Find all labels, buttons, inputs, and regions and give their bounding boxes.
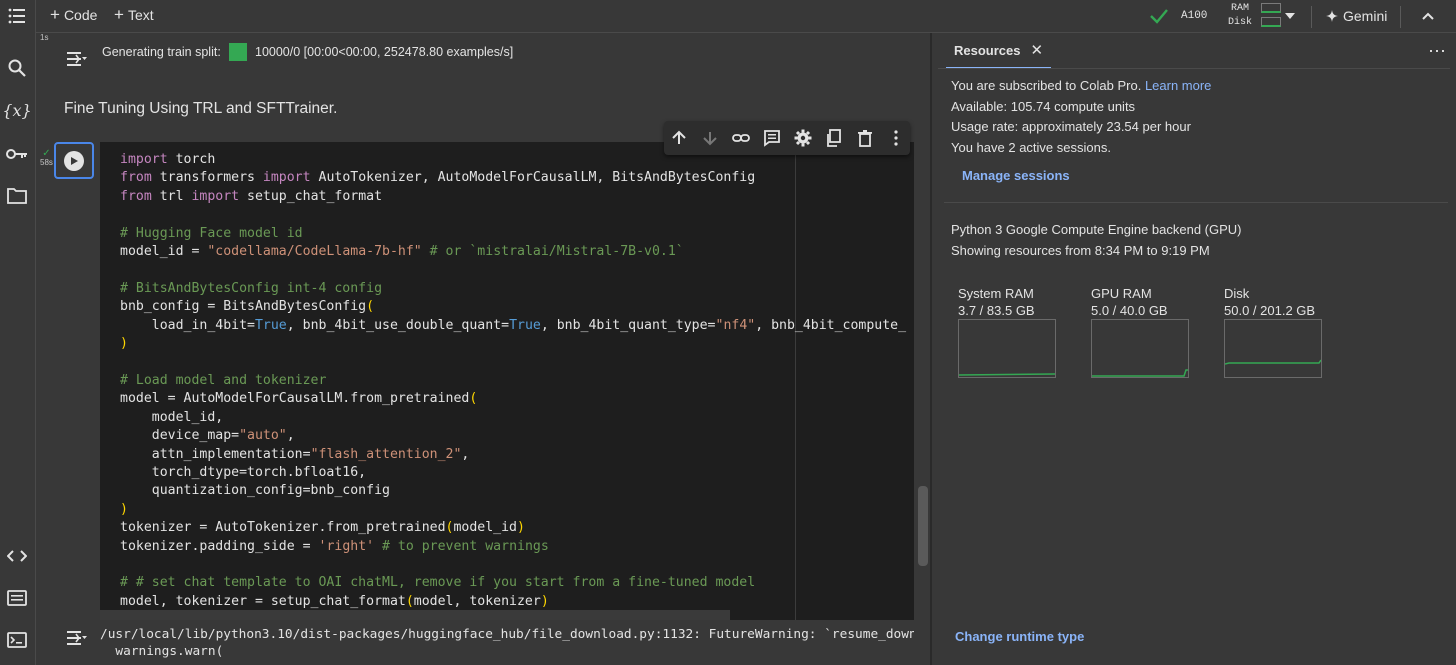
markdown-cell[interactable]: Fine Tuning Using TRL and SFTTrainer.	[64, 100, 337, 118]
progress-label: Generating train split:	[102, 45, 221, 59]
code-cell[interactable]: ✓ 58s import torch from transformers impo…	[40, 142, 914, 620]
cell-gutter	[56, 142, 100, 620]
metric-gpu-ram: GPU RAM 5.0 / 40.0 GB	[1091, 286, 1168, 318]
resources-panel: Resources ✕ ⋯ You are subscribed to Cola…	[932, 33, 1456, 665]
search-icon[interactable]	[6, 57, 28, 79]
ram-meter	[1261, 3, 1281, 13]
connected-check-icon	[1150, 9, 1168, 24]
gemini-button[interactable]: Gemini	[1326, 8, 1387, 24]
table-of-contents-icon[interactable]	[6, 5, 28, 27]
disk-chart[interactable]	[1224, 319, 1322, 378]
metric-disk: Disk 50.0 / 201.2 GB	[1224, 286, 1316, 318]
cell-status: ✓ 58s	[40, 148, 53, 168]
sparkle-icon	[1326, 10, 1338, 22]
comment-icon[interactable]	[763, 129, 781, 147]
move-up-icon[interactable]	[670, 129, 688, 147]
command-palette-icon[interactable]	[6, 587, 28, 609]
progress-stats: 10000/0 [00:00<00:00, 252478.80 examples…	[255, 45, 514, 59]
resource-meters[interactable]: RAM Disk	[1228, 2, 1252, 30]
left-rail: {x}	[0, 0, 36, 665]
more-vert-icon[interactable]	[887, 129, 905, 147]
code-editor[interactable]: import torch from transformers import Au…	[100, 142, 914, 620]
metric-system-ram: System RAM 3.7 / 83.5 GB	[958, 286, 1035, 318]
manage-sessions-link[interactable]: Manage sessions	[962, 168, 1070, 183]
cell-toolbar	[664, 121, 910, 155]
plus-icon: +	[114, 5, 124, 24]
chevron-down-icon[interactable]	[1282, 8, 1298, 24]
vertical-scrollbar[interactable]	[918, 486, 928, 566]
backend-info: Python 3 Google Compute Engine backend (…	[951, 222, 1242, 258]
notebook-area: 1s Generating train split: 10000/0 [00:0…	[36, 33, 930, 665]
move-down-icon[interactable]	[701, 129, 719, 147]
key-icon[interactable]	[6, 143, 28, 165]
divider	[944, 202, 1448, 203]
link-icon[interactable]	[732, 129, 750, 147]
add-code-button[interactable]: + Code	[50, 5, 97, 24]
add-text-button[interactable]: + Text	[114, 5, 154, 24]
top-toolbar: + Code + Text A100 RAM Disk Gemini	[36, 0, 1456, 33]
progress-bar	[229, 43, 247, 61]
tab-resources[interactable]: Resources ✕	[946, 33, 1052, 69]
run-cell-button[interactable]	[54, 142, 94, 179]
subscription-info: You are subscribed to Colab Pro. Learn m…	[951, 76, 1211, 159]
available-units: Available: 105.74 compute units	[951, 98, 1136, 114]
active-sessions: You have 2 active sessions.	[951, 140, 1111, 156]
play-icon	[64, 150, 84, 171]
delete-icon[interactable]	[856, 129, 874, 147]
learn-more-link[interactable]: Learn more	[1145, 78, 1211, 93]
usage-rate: Usage rate: approximately 23.54 per hour	[951, 119, 1191, 135]
close-icon[interactable]: ✕	[1030, 41, 1043, 59]
code-snippets-icon[interactable]	[6, 545, 28, 567]
folder-icon[interactable]	[6, 185, 28, 207]
change-runtime-type-link[interactable]: Change runtime type	[955, 629, 1084, 644]
plus-icon: +	[50, 5, 60, 24]
output-toggle-icon[interactable]	[64, 628, 88, 648]
gpu-ram-chart[interactable]	[1091, 319, 1189, 378]
code-text: import torch from transformers import Au…	[120, 152, 907, 609]
horizontal-scrollbar[interactable]	[100, 610, 730, 620]
gear-icon[interactable]	[794, 129, 812, 147]
system-ram-chart[interactable]	[958, 319, 1056, 378]
variables-icon[interactable]: {x}	[2, 99, 31, 121]
mirror-cell-icon[interactable]	[825, 129, 843, 147]
chevron-up-icon[interactable]	[1420, 8, 1436, 24]
cell-output: /usr/local/lib/python3.10/dist-packages/…	[56, 620, 914, 665]
output-toggle-icon[interactable]	[64, 49, 88, 69]
runtime-type-label[interactable]: A100	[1181, 10, 1207, 22]
prev-cell-exec-time: 1s	[40, 33, 49, 42]
output-text: /usr/local/lib/python3.10/dist-packages/…	[100, 627, 914, 659]
terminal-icon[interactable]	[6, 629, 28, 651]
divider	[938, 68, 1450, 69]
toolbar-divider	[1400, 6, 1401, 28]
more-horiz-icon[interactable]: ⋯	[1428, 41, 1447, 62]
disk-meter	[1261, 17, 1281, 27]
toolbar-divider	[1311, 6, 1312, 28]
